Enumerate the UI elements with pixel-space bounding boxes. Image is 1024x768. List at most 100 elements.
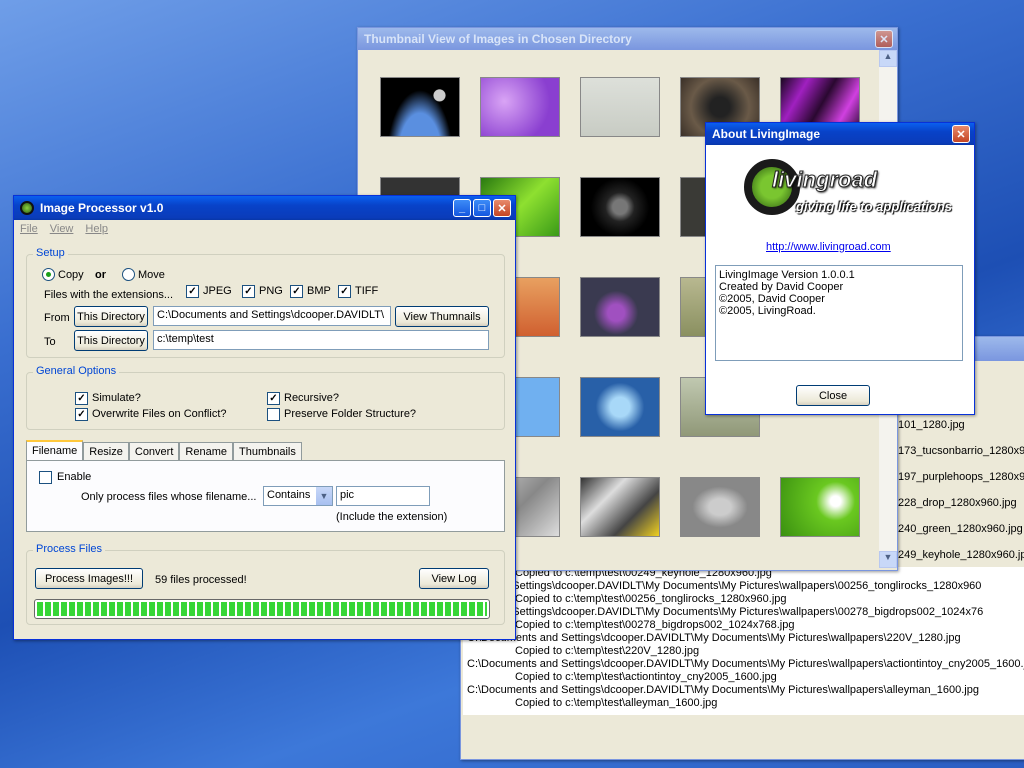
preserve-structure-checkbox[interactable] <box>267 408 280 421</box>
about-info-box: LivingImage Version 1.0.0.1 Created by Da… <box>715 265 963 361</box>
log-line: ents and Settings\dcooper.DAVIDLT\My Doc… <box>467 606 984 618</box>
thumbnail[interactable] <box>580 177 660 237</box>
tab-resize[interactable]: Resize <box>83 442 129 460</box>
thumbnail[interactable] <box>580 277 660 337</box>
log-line: C:\Documents and Settings\dcooper.DAVIDL… <box>467 658 1024 670</box>
enable-label: Enable <box>57 471 92 483</box>
tab-filename[interactable]: Filename <box>26 440 84 461</box>
simulate-checkbox[interactable]: ✓ <box>75 392 88 405</box>
recursive-label: Recursive? <box>284 392 340 404</box>
filename-tab-panel: Enable Only process files whose filename… <box>26 460 505 532</box>
match-mode-value: Contains <box>267 489 311 501</box>
setup-group: Setup Copy or Move Files with the extens… <box>26 247 505 358</box>
log-line: ents and Settings\dcooper.DAVIDLT\My Doc… <box>467 580 982 592</box>
process-status: 59 files processed! <box>155 574 247 586</box>
process-files-group: Process Files Process Images!!! 59 files… <box>26 543 505 625</box>
to-path-field[interactable]: c:\temp\test <box>153 330 489 350</box>
or-label: or <box>95 269 106 281</box>
minimize-icon[interactable]: _ <box>453 199 471 217</box>
from-label: From <box>44 312 70 324</box>
filename-filter-field[interactable]: pic <box>336 486 430 506</box>
setup-legend: Setup <box>33 247 68 259</box>
app-icon <box>20 201 34 215</box>
menu-file[interactable]: File <box>20 223 38 235</box>
thumbnail-window-title: Thumbnail View of Images in Chosen Direc… <box>364 32 632 46</box>
about-window: About LivingImage ✕ livingroad giving li… <box>705 122 975 415</box>
log-text-area[interactable]: Copied to c:\temp\test\00249_keyhole_128… <box>463 567 1024 715</box>
view-log-button[interactable]: View Log <box>419 568 489 589</box>
image-processor-window: Image Processor v1.0 _ □ ✕ File View Hel… <box>13 195 516 640</box>
png-label: PNG <box>259 285 283 297</box>
progress-bar <box>34 599 490 619</box>
livingroad-logo: livingroad giving life to applications <box>744 155 952 225</box>
main-window-title: Image Processor v1.0 <box>40 201 164 215</box>
close-icon[interactable]: ✕ <box>875 30 893 48</box>
log-line: Copied to c:\temp\test\actiontintoy_cny2… <box>515 671 777 683</box>
list-item: 197_purplehoops_1280x96 <box>898 471 1024 483</box>
log-line: Copied to c:\temp\test\alleyman_1600.jpg <box>515 697 718 709</box>
menu-bar: File View Help <box>14 220 515 238</box>
to-this-directory-button[interactable]: This Directory <box>74 330 148 351</box>
overwrite-checkbox[interactable]: ✓ <box>75 408 88 421</box>
tiff-checkbox[interactable]: ✓ <box>338 285 351 298</box>
log-line: Copied to c:\temp\test\00278_bigdrops002… <box>515 619 795 631</box>
general-options-legend: General Options <box>33 365 120 377</box>
tab-convert[interactable]: Convert <box>128 442 180 460</box>
thumbnail[interactable] <box>580 377 660 437</box>
thumbnail[interactable] <box>580 477 660 537</box>
process-images-button[interactable]: Process Images!!! <box>35 568 143 589</box>
about-info-line: Created by David Cooper <box>719 281 844 293</box>
general-options-group: General Options ✓ Simulate? ✓ Overwrite … <box>26 365 505 430</box>
match-mode-select[interactable]: Contains ▼ <box>263 486 333 506</box>
menu-help[interactable]: Help <box>85 223 108 235</box>
website-link[interactable]: http://www.livingroad.com <box>766 241 891 253</box>
extensions-label: Files with the extensions... <box>44 289 174 301</box>
menu-view[interactable]: View <box>50 223 74 235</box>
view-thumbnails-button[interactable]: View Thumnails <box>395 306 489 327</box>
log-line: Copied to c:\temp\test\220V_1280.jpg <box>515 645 700 657</box>
list-item: 173_tucsonbarrio_1280x96 <box>898 445 1024 457</box>
tab-rename[interactable]: Rename <box>179 442 233 460</box>
maximize-icon[interactable]: □ <box>473 199 491 217</box>
about-info-line: ©2005, LivingRoad. <box>719 305 816 317</box>
bmp-checkbox[interactable]: ✓ <box>290 285 303 298</box>
close-icon[interactable]: ✕ <box>493 199 511 217</box>
close-button[interactable]: Close <box>796 385 870 406</box>
jpeg-label: JPEG <box>203 285 232 297</box>
bmp-label: BMP <box>307 285 331 297</box>
filter-tabs: Filename Resize Convert Rename Thumbnail… <box>26 440 302 461</box>
chevron-down-icon[interactable]: ▼ <box>316 487 332 505</box>
scroll-down-button[interactable]: ▼ <box>879 551 897 568</box>
extension-hint: (Include the extension) <box>336 511 448 523</box>
tab-thumbnails[interactable]: Thumbnails <box>232 442 302 460</box>
list-item: 240_green_1280x960.jpg <box>898 523 1023 535</box>
enable-checkbox[interactable] <box>39 471 52 484</box>
copy-radio[interactable] <box>42 268 55 281</box>
thumbnail[interactable] <box>680 477 760 537</box>
move-radio[interactable] <box>122 268 135 281</box>
main-titlebar[interactable]: Image Processor v1.0 _ □ ✕ <box>14 196 515 220</box>
progress-fill <box>37 602 487 616</box>
png-checkbox[interactable]: ✓ <box>242 285 255 298</box>
from-this-directory-button[interactable]: This Directory <box>74 306 148 327</box>
copy-label: Copy <box>58 269 84 281</box>
thumbnail[interactable] <box>380 77 460 137</box>
scroll-up-button[interactable]: ▲ <box>879 50 897 67</box>
from-path-field[interactable]: C:\Documents and Settings\dcooper.DAVIDL… <box>153 306 391 326</box>
recursive-checkbox[interactable]: ✓ <box>267 392 280 405</box>
tiff-label: TIFF <box>355 285 379 297</box>
jpeg-checkbox[interactable]: ✓ <box>186 285 199 298</box>
thumbnail[interactable] <box>580 77 660 137</box>
overwrite-label: Overwrite Files on Conflict? <box>92 408 227 420</box>
thumbnail[interactable] <box>480 77 560 137</box>
about-window-title: About LivingImage <box>712 127 820 141</box>
log-line: C:\Documents and Settings\dcooper.DAVIDL… <box>467 632 961 644</box>
simulate-label: Simulate? <box>92 392 141 404</box>
about-info-line: ©2005, David Cooper <box>719 293 825 305</box>
close-icon[interactable]: ✕ <box>952 125 970 143</box>
to-label: To <box>44 336 56 348</box>
thumbnail[interactable] <box>780 477 860 537</box>
preserve-structure-label: Preserve Folder Structure? <box>284 408 417 420</box>
move-label: Move <box>138 269 165 281</box>
list-item: 101_1280.jpg <box>898 419 965 431</box>
